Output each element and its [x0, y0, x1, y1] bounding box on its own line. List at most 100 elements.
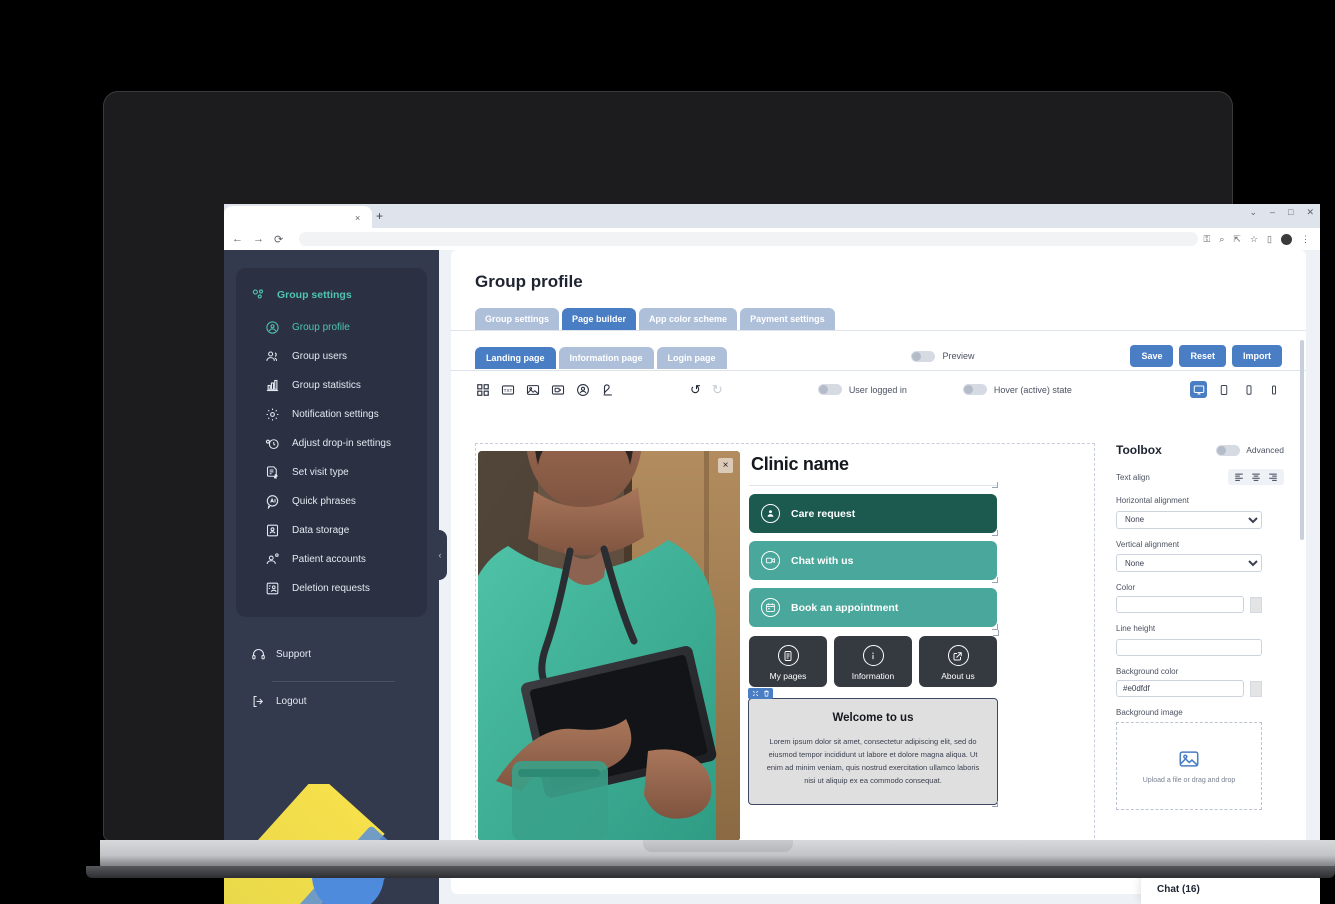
- address-bar[interactable]: [299, 232, 1198, 246]
- subtab-landing-page[interactable]: Landing page: [475, 346, 556, 369]
- cta-care-request[interactable]: Care request: [749, 494, 998, 536]
- background-image-dropzone[interactable]: Upload a file or drag and drop: [1116, 722, 1262, 810]
- laptop-mockup: × + ⌄ – □ ✕ ← → ⟳ ⚿ ⌕ ⇱ ☆ ▯ ⋮ Group sett…: [0, 0, 1335, 904]
- vertical-alignment-select[interactable]: None: [1116, 554, 1262, 572]
- back-icon[interactable]: ←: [232, 233, 243, 245]
- reload-icon[interactable]: ⟳: [274, 233, 283, 246]
- key-icon[interactable]: ⚿: [1204, 234, 1211, 245]
- bookmark-star-icon[interactable]: ☆: [1250, 234, 1258, 245]
- resize-handle-icon[interactable]: [992, 800, 998, 807]
- image-block-icon[interactable]: [525, 382, 540, 397]
- browser-tab[interactable]: ×: [224, 206, 372, 228]
- new-tab-button[interactable]: +: [376, 209, 383, 223]
- profile-avatar[interactable]: [1281, 233, 1292, 245]
- sidebar-item-set-visit-type[interactable]: Set visit type: [236, 458, 427, 487]
- subtab-information-page[interactable]: Information page: [558, 346, 654, 369]
- tile-about-us[interactable]: About us: [919, 636, 997, 687]
- device-preview-switcher: [1190, 381, 1282, 398]
- tab-app-color-scheme[interactable]: App color scheme: [639, 308, 738, 330]
- horizontal-alignment-select[interactable]: None: [1116, 510, 1262, 529]
- avatar-block-icon[interactable]: [575, 382, 590, 397]
- close-icon[interactable]: ×: [355, 213, 360, 223]
- delete-icon[interactable]: [762, 690, 770, 698]
- window-close-icon[interactable]: ✕: [1306, 208, 1314, 217]
- line-height-input[interactable]: [1116, 639, 1262, 656]
- desktop-preview-icon[interactable]: [1190, 381, 1207, 398]
- close-icon[interactable]: ×: [718, 458, 733, 473]
- sidebar-item-quick-phrases[interactable]: Quick phrases: [236, 487, 427, 516]
- forward-icon[interactable]: →: [253, 233, 264, 245]
- reset-button[interactable]: Reset: [1179, 345, 1226, 367]
- user-logged-in-toggle[interactable]: [817, 384, 842, 395]
- main-scrollbar[interactable]: [1300, 340, 1304, 540]
- welcome-text-block[interactable]: Welcome to us Lorem ipsum dolor sit amet…: [748, 688, 998, 807]
- preview-toggle[interactable]: [911, 350, 936, 362]
- background-color-swatch[interactable]: [1250, 680, 1262, 697]
- background-color-input[interactable]: [1116, 680, 1244, 697]
- import-button[interactable]: Import: [1232, 345, 1282, 367]
- sidebar-collapse-button[interactable]: ‹: [433, 530, 447, 580]
- logo-block-icon[interactable]: [600, 382, 615, 397]
- toolbox-title: Toolbox: [1116, 443, 1162, 457]
- page-builder-canvas[interactable]: × Clinic name Care request Chat with us …: [475, 443, 1095, 863]
- color-swatch[interactable]: [1250, 596, 1262, 613]
- sidebar-item-logout[interactable]: Logout: [246, 686, 417, 716]
- small-mobile-preview-icon[interactable]: [1265, 381, 1282, 398]
- tile-information[interactable]: Information: [834, 636, 912, 687]
- undo-icon[interactable]: ↺: [690, 382, 701, 398]
- group-profile-icon: [264, 319, 281, 336]
- redo-icon[interactable]: ↻: [712, 382, 723, 398]
- resize-handle-icon[interactable]: [992, 482, 998, 488]
- tab-payment-settings[interactable]: Payment settings: [740, 308, 835, 330]
- sidebar-item-group-statistics[interactable]: Group statistics: [236, 371, 427, 400]
- advanced-toggle-wrap: Advanced: [1216, 444, 1284, 456]
- sidebar-item-label: Quick phrases: [292, 496, 356, 507]
- tab-page-builder[interactable]: Page builder: [562, 308, 637, 330]
- hover-state-toggle[interactable]: [962, 384, 987, 395]
- color-input[interactable]: [1116, 596, 1244, 613]
- sidebar-item-adjust-drop-in-settings[interactable]: Adjust drop-in settings: [236, 429, 427, 458]
- sidebar-item-notification-settings[interactable]: Notification settings: [236, 400, 427, 429]
- tab-group-settings[interactable]: Group settings: [475, 308, 560, 330]
- sidebar-icon[interactable]: ▯: [1267, 234, 1272, 245]
- video-block-icon[interactable]: [550, 382, 565, 397]
- sidebar-group-header[interactable]: Group settings: [236, 280, 427, 313]
- window-controls: ⌄ – □ ✕: [1249, 208, 1314, 217]
- chat-widget[interactable]: Chat (16): [1141, 875, 1320, 904]
- sidebar-item-label: Group users: [292, 351, 348, 362]
- search-icon[interactable]: ⌕: [1219, 234, 1224, 245]
- resize-handle-icon[interactable]: [992, 577, 998, 583]
- text-block-icon[interactable]: TXT: [500, 382, 515, 397]
- align-right-icon[interactable]: [1266, 471, 1280, 483]
- align-center-icon[interactable]: [1249, 471, 1263, 483]
- sidebar-item-support[interactable]: Support: [246, 639, 417, 669]
- cta-chat-with-us[interactable]: Chat with us: [749, 541, 998, 583]
- sidebar-item-group-profile[interactable]: Group profile: [236, 313, 427, 342]
- clinic-title-block[interactable]: Clinic name: [749, 451, 998, 488]
- sidebar-item-group-users[interactable]: Group users: [236, 342, 427, 371]
- resize-handle-icon[interactable]: [992, 530, 998, 536]
- laptop-screen: × + ⌄ – □ ✕ ← → ⟳ ⚿ ⌕ ⇱ ☆ ▯ ⋮ Group sett…: [224, 204, 1320, 904]
- grid-blocks-icon[interactable]: [475, 382, 490, 397]
- more-menu-icon[interactable]: ⋮: [1301, 234, 1310, 245]
- resize-handle-icon[interactable]: [993, 630, 999, 636]
- chevron-down-icon[interactable]: ⌄: [1249, 208, 1257, 217]
- move-handle-icon[interactable]: [751, 690, 759, 698]
- tile-my-pages[interactable]: My pages: [749, 636, 827, 687]
- share-icon[interactable]: ⇱: [1233, 234, 1241, 245]
- laptop-base-notch: [642, 840, 793, 852]
- advanced-toggle[interactable]: [1216, 444, 1241, 456]
- sidebar-item-data-storage[interactable]: Data storage: [236, 516, 427, 545]
- align-left-icon[interactable]: [1232, 471, 1246, 483]
- sidebar-item-patient-accounts[interactable]: Patient accounts: [236, 545, 427, 574]
- subtab-login-page[interactable]: Login page: [656, 346, 727, 369]
- tablet-preview-icon[interactable]: [1215, 381, 1232, 398]
- minimize-icon[interactable]: –: [1270, 208, 1275, 217]
- mobile-preview-icon[interactable]: [1240, 381, 1257, 398]
- gear-icon: [264, 406, 281, 423]
- cta-book-an-appointment[interactable]: Book an appointment: [749, 588, 998, 630]
- save-button[interactable]: Save: [1130, 345, 1174, 367]
- sidebar-item-deletion-requests[interactable]: Deletion requests: [236, 574, 427, 603]
- hero-image-block[interactable]: ×: [478, 451, 740, 841]
- maximize-icon[interactable]: □: [1288, 208, 1293, 217]
